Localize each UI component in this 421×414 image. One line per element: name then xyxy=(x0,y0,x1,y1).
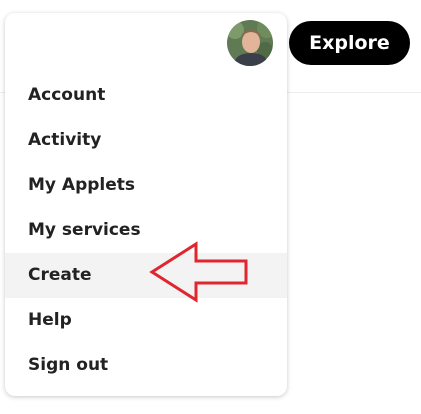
menu-item-account[interactable]: Account xyxy=(5,73,287,118)
menu-item-help[interactable]: Help xyxy=(5,298,287,343)
menu-item-sign-out[interactable]: Sign out xyxy=(5,343,287,388)
user-avatar[interactable] xyxy=(227,20,273,66)
menu-item-activity[interactable]: Activity xyxy=(5,118,287,163)
annotation-arrow-icon xyxy=(149,241,248,303)
explore-button[interactable]: Explore xyxy=(289,21,410,65)
account-dropdown-menu: Account Activity My Applets My services … xyxy=(5,13,287,396)
menu-item-my-applets[interactable]: My Applets xyxy=(5,163,287,208)
avatar-photo-icon xyxy=(227,20,273,66)
